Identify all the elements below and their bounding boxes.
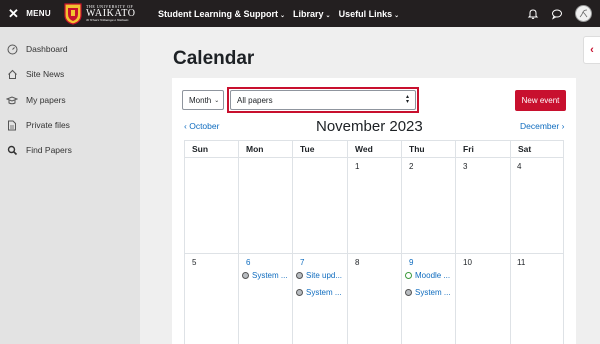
user-avatar[interactable] bbox=[575, 5, 592, 22]
sidebar-item-label: My papers bbox=[26, 95, 66, 105]
grid-line bbox=[563, 140, 564, 344]
menu-label: MENU bbox=[26, 9, 51, 18]
event-dot-icon bbox=[242, 272, 249, 279]
day-number[interactable]: 3 bbox=[463, 162, 467, 171]
close-icon: ✕ bbox=[8, 6, 20, 21]
day-number[interactable]: 11 bbox=[517, 258, 525, 267]
weekday-sat: Sat bbox=[518, 143, 532, 154]
grid-line bbox=[238, 140, 239, 344]
day-number[interactable]: 8 bbox=[355, 258, 359, 267]
navbar-icons bbox=[517, 0, 592, 27]
paper-select[interactable]: All papers ▴ ▾ bbox=[230, 90, 416, 110]
user-avatar-icon bbox=[579, 9, 588, 18]
event-dot-icon bbox=[296, 289, 303, 296]
university-logo[interactable]: THE UNIVERSITY OF WAIKATO Te Whare Wānan… bbox=[64, 2, 136, 25]
weekday-tue: Tue bbox=[300, 143, 315, 154]
sidebar-item-private-files[interactable]: Private files bbox=[6, 117, 70, 133]
view-select[interactable]: Month ⌄ bbox=[182, 90, 224, 110]
chevron-left-icon: ‹ bbox=[590, 44, 594, 56]
nav-useful-links-label: Useful Links bbox=[338, 8, 393, 19]
primary-nav: Student Learning & Support ⌄ Library ⌄ Use… bbox=[158, 0, 407, 27]
chevron-down-icon: ⌄ bbox=[280, 12, 286, 19]
sidebar-item-my-papers[interactable]: My papers bbox=[6, 92, 66, 108]
nav-library[interactable]: Library ⌄ bbox=[293, 9, 331, 19]
search-icon bbox=[6, 144, 18, 156]
sidebar-item-dashboard[interactable]: Dashboard bbox=[6, 41, 68, 57]
file-icon bbox=[6, 119, 18, 131]
next-month-link[interactable]: December › bbox=[520, 121, 564, 131]
weekday-fri: Fri bbox=[463, 143, 474, 154]
grid-line bbox=[510, 140, 511, 344]
day-number[interactable]: 10 bbox=[463, 258, 472, 267]
event-title: System ... bbox=[306, 288, 342, 297]
calendar-event[interactable]: System ... bbox=[405, 288, 451, 297]
paper-select-value: All papers bbox=[237, 95, 273, 105]
calendar-event[interactable]: Moodle ... bbox=[405, 271, 450, 280]
calendar-event[interactable]: System ... bbox=[296, 288, 342, 297]
event-title: System ... bbox=[415, 288, 451, 297]
nav-useful-links[interactable]: Useful Links ⌄ bbox=[339, 9, 400, 19]
event-title: Site upd... bbox=[306, 271, 343, 280]
day-number[interactable]: 5 bbox=[192, 258, 196, 267]
grid-line bbox=[184, 157, 564, 158]
month-title: November 2023 bbox=[316, 118, 423, 135]
grid-line bbox=[347, 140, 348, 344]
chevron-down-icon: ⌄ bbox=[325, 12, 331, 19]
messages-icon[interactable] bbox=[549, 6, 565, 22]
nav-student-learning[interactable]: Student Learning & Support ⌄ bbox=[158, 9, 285, 19]
sidebar-item-label: Dashboard bbox=[26, 44, 68, 54]
prev-month-link[interactable]: ‹ October bbox=[184, 121, 219, 131]
sidebar-item-site-news[interactable]: Site News bbox=[6, 66, 64, 82]
home-icon bbox=[6, 68, 18, 80]
event-dot-icon bbox=[296, 272, 303, 279]
day-number[interactable]: 4 bbox=[517, 162, 521, 171]
crest-icon bbox=[64, 2, 82, 25]
event-title: Moodle ... bbox=[415, 271, 451, 280]
weekday-sun: Sun bbox=[192, 143, 209, 154]
calendar-event[interactable]: System ... bbox=[242, 271, 288, 280]
chevron-down-icon: ⌄ bbox=[214, 97, 220, 104]
day-number-link[interactable]: 7 bbox=[300, 258, 304, 267]
view-select-value: Month bbox=[189, 95, 212, 105]
day-number[interactable]: 2 bbox=[409, 162, 413, 171]
day-number-link[interactable]: 9 bbox=[409, 258, 413, 267]
grid-line bbox=[292, 140, 293, 344]
select-arrows-icon: ▴ ▾ bbox=[405, 94, 409, 105]
calendar-event[interactable]: Site upd... bbox=[296, 271, 342, 280]
page-title: Calendar bbox=[173, 48, 255, 69]
graduation-cap-icon bbox=[6, 94, 18, 106]
next-month-label: December bbox=[520, 121, 560, 131]
nav-student-learning-label: Student Learning & Support bbox=[158, 8, 278, 19]
logo-subtitle: Te Whare Wānanga o Waikato bbox=[86, 17, 129, 22]
calendar-grid: Sun Mon Tue Wed Thu Fri Sat 1 2 3 4 5 6 … bbox=[184, 140, 564, 344]
grid-line bbox=[184, 140, 185, 344]
prev-month-label: October bbox=[189, 121, 220, 131]
event-dot-icon bbox=[405, 289, 412, 296]
open-drawer-button[interactable]: ‹ bbox=[583, 36, 600, 64]
sidebar-item-label: Private files bbox=[26, 120, 70, 130]
grid-line bbox=[184, 140, 564, 141]
grid-line bbox=[401, 140, 402, 344]
sidebar-item-label: Site News bbox=[26, 69, 65, 79]
day-number[interactable]: 1 bbox=[355, 162, 359, 171]
event-title: System ... bbox=[252, 271, 288, 280]
top-navbar: ✕ MENU THE UNIVERSITY OF WAIKATO Te Whar… bbox=[0, 0, 600, 27]
grid-line bbox=[455, 140, 456, 344]
chevron-down-icon: ⌄ bbox=[394, 12, 400, 19]
grid-line bbox=[184, 253, 564, 254]
weekday-thu: Thu bbox=[409, 143, 425, 154]
nav-library-label: Library bbox=[293, 8, 324, 19]
event-dot-icon bbox=[405, 272, 412, 279]
sidebar-item-label: Find Papers bbox=[26, 145, 72, 155]
day-number-link[interactable]: 6 bbox=[246, 258, 250, 267]
notifications-bell-icon[interactable] bbox=[525, 6, 541, 22]
weekday-mon: Mon bbox=[246, 143, 264, 154]
dashboard-icon bbox=[6, 43, 18, 55]
new-event-button[interactable]: New event bbox=[515, 90, 566, 111]
sidebar-item-find-papers[interactable]: Find Papers bbox=[6, 142, 72, 158]
logo-text: THE UNIVERSITY OF WAIKATO Te Whare Wānan… bbox=[86, 4, 136, 23]
weekday-wed: Wed bbox=[355, 143, 373, 154]
menu-button[interactable]: ✕ MENU bbox=[8, 0, 51, 27]
